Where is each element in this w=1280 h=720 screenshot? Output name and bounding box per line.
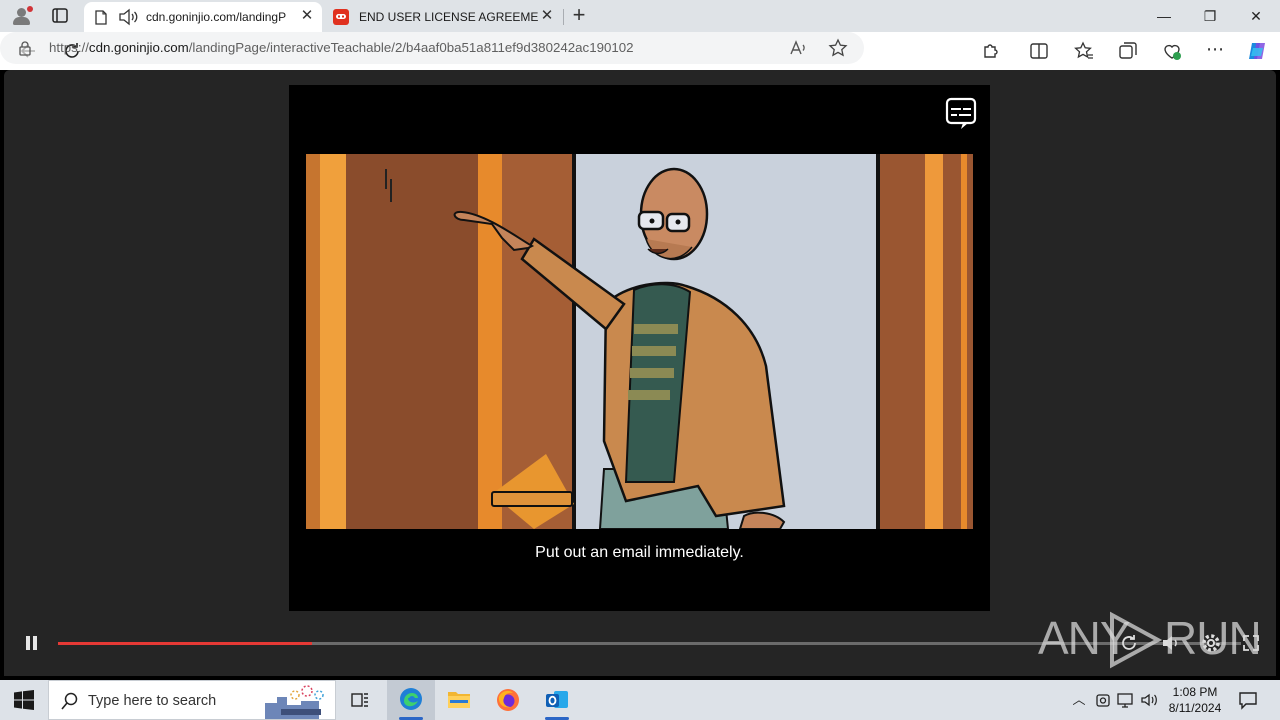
subtitle-caption: Put out an email immediately. (535, 544, 744, 561)
closed-captions-icon[interactable] (945, 97, 977, 131)
clock-time: 1:08 PM (1172, 685, 1218, 699)
clock-date: 8/11/2024 (1168, 701, 1222, 715)
close-window-button[interactable]: ✕ (1233, 0, 1279, 32)
folder-icon (448, 692, 470, 708)
url-path: /landingPage/interactiveTeachable/2/b4aa… (188, 40, 634, 55)
profile-avatar-icon[interactable] (8, 4, 34, 28)
favorite-star-icon[interactable] (828, 38, 848, 58)
taskbar: Type here to search ︿ 1:08 PM 8/11/2024 (0, 680, 1280, 720)
firefox-icon (497, 689, 519, 711)
settings-more-icon[interactable]: ⋯ (1204, 40, 1226, 62)
tab-goninjio[interactable]: cdn.goninjio.com/landingP ✕ (84, 2, 322, 32)
show-hidden-icons-chevron-icon[interactable]: ︿ (1070, 691, 1088, 709)
speaker-icon[interactable] (1140, 691, 1158, 709)
progress-fill (58, 642, 313, 645)
split-screen-icon[interactable] (1028, 40, 1050, 62)
tab-divider (563, 9, 564, 25)
notification-dot (27, 6, 33, 12)
tab-eula[interactable]: END USER LICENSE AGREEMENT ✕ (324, 2, 562, 32)
new-tab-button[interactable]: + (566, 4, 592, 28)
edge-icon (400, 688, 422, 710)
address-bar[interactable]: https://cdn.goninjio.com/landingPage/int… (0, 32, 864, 64)
taskbar-search-box[interactable]: Type here to search (48, 680, 336, 720)
task-view-icon[interactable] (350, 690, 370, 710)
collections-icon[interactable] (1117, 40, 1139, 62)
video-player[interactable]: Put out an email immediately. (289, 85, 990, 611)
browser-toolbar: https://cdn.goninjio.com/landingPage/int… (0, 32, 1280, 70)
url-text[interactable]: https://cdn.goninjio.com/landingPage/int… (49, 40, 634, 55)
anyrun-watermark: ANY RUN (1036, 609, 1262, 673)
search-placeholder: Type here to search (88, 693, 217, 709)
ninjio-favicon-icon (333, 9, 349, 25)
search-highlight-illustration-icon (265, 685, 324, 719)
url-host: cdn.goninjio.com (88, 40, 189, 55)
extensions-icon[interactable] (980, 40, 1002, 62)
watermark-text: RUN (1164, 612, 1262, 664)
taskbar-app-file-explorer[interactable] (435, 680, 483, 720)
windows-start-icon[interactable] (14, 690, 34, 710)
taskbar-app-outlook[interactable] (533, 680, 581, 720)
page-content: Put out an email immediately. (4, 70, 1276, 676)
read-aloud-icon[interactable] (788, 38, 808, 58)
notifications-icon[interactable] (1238, 690, 1258, 710)
lock-icon[interactable] (18, 40, 32, 56)
outlook-icon (546, 691, 568, 708)
audio-playing-icon[interactable] (118, 8, 138, 26)
url-scheme: https:// (49, 40, 89, 55)
minimize-button[interactable]: — (1141, 0, 1187, 32)
taskbar-clock[interactable]: 1:08 PM 8/11/2024 (1160, 684, 1230, 716)
copilot-icon[interactable] (1246, 40, 1268, 62)
taskbar-app-edge[interactable] (387, 680, 435, 720)
network-icon[interactable] (1117, 691, 1135, 709)
page-icon (95, 10, 107, 25)
tab-actions-icon[interactable] (48, 6, 72, 26)
tab-close-button[interactable]: ✕ (299, 8, 315, 24)
security-icon[interactable] (1094, 691, 1112, 709)
restore-button[interactable]: ❐ (1187, 0, 1233, 32)
browser-essentials-icon[interactable] (1161, 40, 1183, 62)
taskbar-app-firefox[interactable] (484, 680, 532, 720)
favorites-icon[interactable] (1073, 40, 1095, 62)
pause-button[interactable] (25, 636, 39, 650)
tab-title: END USER LICENSE AGREEMENT (359, 10, 539, 24)
tab-strip: cdn.goninjio.com/landingP ✕ END USER LIC… (0, 0, 1280, 32)
tab-title: cdn.goninjio.com/landingP (146, 10, 287, 24)
tab-close-button[interactable]: ✕ (539, 8, 555, 24)
play-logo-icon (1110, 611, 1163, 669)
video-frame-image (306, 154, 973, 529)
search-icon (61, 692, 78, 710)
